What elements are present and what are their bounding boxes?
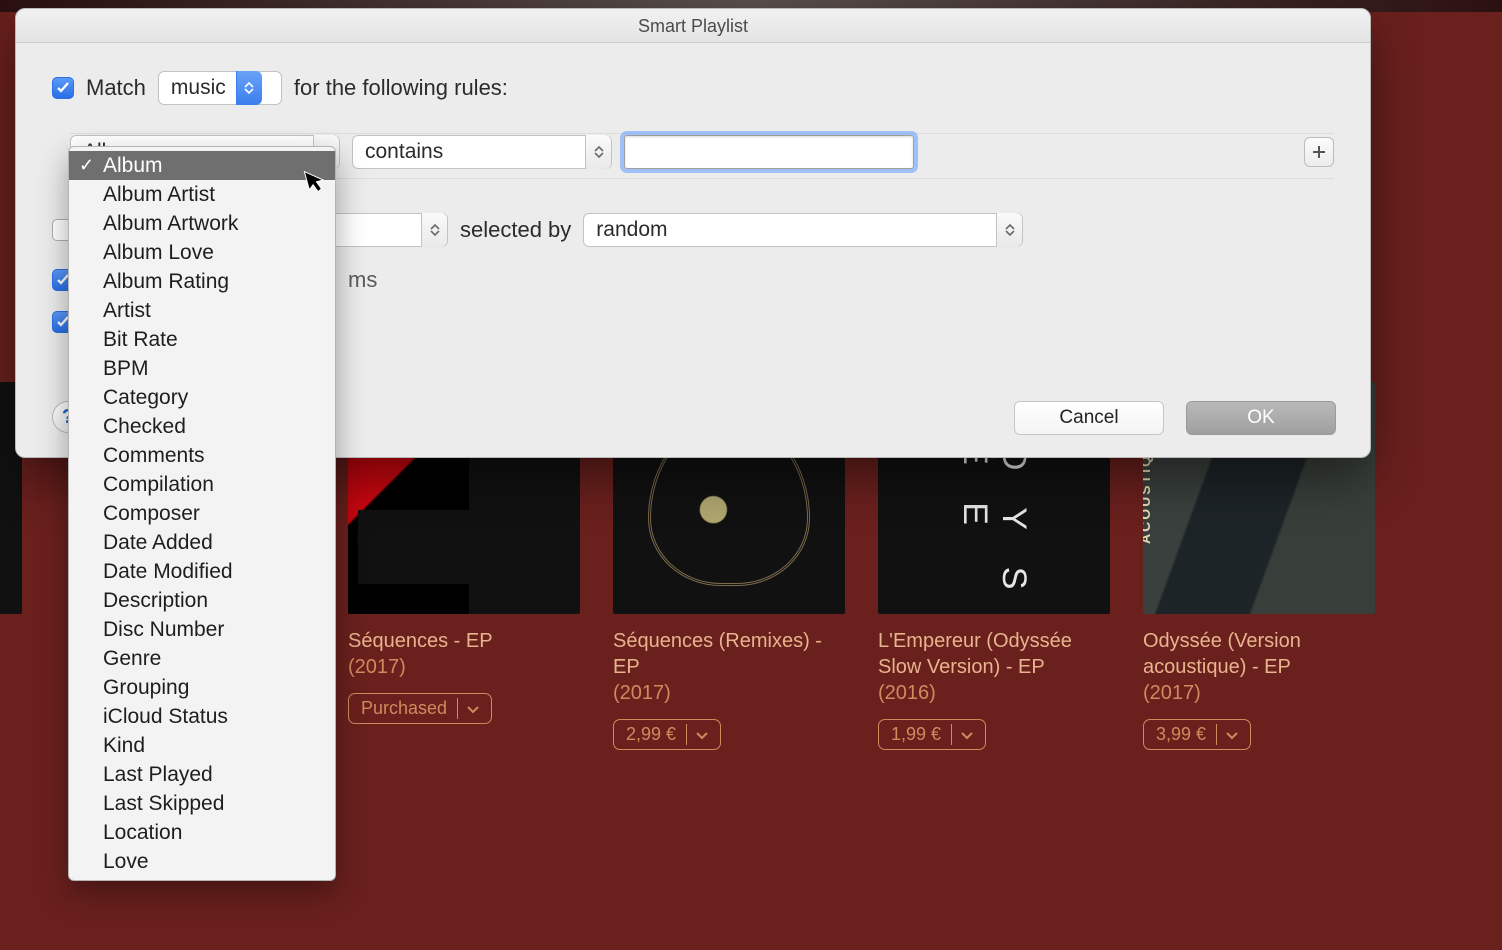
dropdown-option[interactable]: Checked xyxy=(69,412,335,441)
cover-text: SEQUENCES xyxy=(358,527,502,550)
chevron-down-icon[interactable] xyxy=(1216,724,1238,745)
dropdown-option[interactable]: Comments xyxy=(69,441,335,470)
limit-order-value: random xyxy=(596,218,677,242)
stepper-icon xyxy=(236,71,262,105)
stepper-icon xyxy=(421,213,447,247)
price-label: 3,99 € xyxy=(1156,724,1206,745)
purchased-pill[interactable]: Purchased xyxy=(348,693,492,724)
album-title: Odyssée (Version acoustique) - EP xyxy=(1143,628,1375,680)
price-label: 1,99 € xyxy=(891,724,941,745)
dropdown-option[interactable]: Album Artist xyxy=(69,180,335,209)
rule-value-input[interactable] xyxy=(624,135,914,169)
album-title: L'Empereur (Odyssée Slow Version) - EP xyxy=(878,628,1110,680)
chevron-down-icon[interactable] xyxy=(457,698,479,719)
dropdown-option[interactable]: Disc Number xyxy=(69,615,335,644)
app-background: SEQUENCES Séquences - EP (2017) Purchase… xyxy=(0,0,1502,950)
cancel-button[interactable]: Cancel xyxy=(1014,401,1164,435)
add-rule-button[interactable] xyxy=(1304,137,1334,167)
rule-operator-select[interactable]: contains xyxy=(352,135,612,169)
chevron-down-icon[interactable] xyxy=(686,724,708,745)
match-label-prefix: Match xyxy=(86,75,146,101)
price-pill[interactable]: 1,99 € xyxy=(878,719,986,750)
match-label-suffix: for the following rules: xyxy=(294,75,508,101)
match-row: Match music for the following rules: xyxy=(52,71,1334,105)
dropdown-option[interactable]: Grouping xyxy=(69,673,335,702)
dropdown-option[interactable]: Genre xyxy=(69,644,335,673)
match-checked-tail: ms xyxy=(348,267,377,293)
dropdown-option[interactable]: Love xyxy=(69,847,335,876)
price-pill[interactable]: 2,99 € xyxy=(613,719,721,750)
dropdown-option[interactable]: Last Played xyxy=(69,760,335,789)
selected-by-label: selected by xyxy=(460,217,571,243)
album-year: (2016) xyxy=(878,682,1110,705)
dropdown-option[interactable]: Date Modified xyxy=(69,557,335,586)
dropdown-option[interactable]: Bit Rate xyxy=(69,325,335,354)
chevron-down-icon[interactable] xyxy=(951,724,973,745)
dropdown-option[interactable]: Category xyxy=(69,383,335,412)
dropdown-option[interactable]: Last Skipped xyxy=(69,789,335,818)
album-title: Séquences - EP xyxy=(348,628,580,654)
album-title: Séquences (Remixes) - EP xyxy=(613,628,845,680)
dropdown-option[interactable]: Description xyxy=(69,586,335,615)
dropdown-option[interactable]: Album Artwork xyxy=(69,209,335,238)
dropdown-option[interactable]: Kind xyxy=(69,731,335,760)
rule-field-dropdown[interactable]: AlbumAlbum ArtistAlbum ArtworkAlbum Love… xyxy=(68,146,336,881)
album-year: (2017) xyxy=(613,682,845,705)
dropdown-option[interactable]: iCloud Status xyxy=(69,702,335,731)
dropdown-option[interactable]: Artist xyxy=(69,296,335,325)
stepper-icon xyxy=(585,135,611,169)
dropdown-option[interactable]: BPM xyxy=(69,354,335,383)
price-label: 2,99 € xyxy=(626,724,676,745)
dialog-title: Smart Playlist xyxy=(16,9,1370,43)
stepper-icon xyxy=(996,213,1022,247)
purchased-label: Purchased xyxy=(361,698,447,719)
ok-button[interactable]: OK xyxy=(1186,401,1336,435)
match-type-value: music xyxy=(171,76,236,100)
rule-operator-value: contains xyxy=(365,140,453,164)
match-type-select[interactable]: music xyxy=(158,71,282,105)
dropdown-option[interactable]: Album Love xyxy=(69,238,335,267)
dropdown-option[interactable]: Album xyxy=(69,151,335,180)
album-year: (2017) xyxy=(348,656,580,679)
album-year: (2017) xyxy=(1143,682,1375,705)
ok-label: OK xyxy=(1247,407,1274,429)
dropdown-option[interactable]: Composer xyxy=(69,499,335,528)
cancel-label: Cancel xyxy=(1059,407,1118,429)
dropdown-option[interactable]: Compilation xyxy=(69,470,335,499)
limit-order-select[interactable]: random xyxy=(583,213,1023,247)
match-checkbox[interactable] xyxy=(52,77,74,99)
dropdown-option[interactable]: Album Rating xyxy=(69,267,335,296)
dropdown-option[interactable]: Location xyxy=(69,818,335,847)
dropdown-option[interactable]: Date Added xyxy=(69,528,335,557)
price-pill[interactable]: 3,99 € xyxy=(1143,719,1251,750)
